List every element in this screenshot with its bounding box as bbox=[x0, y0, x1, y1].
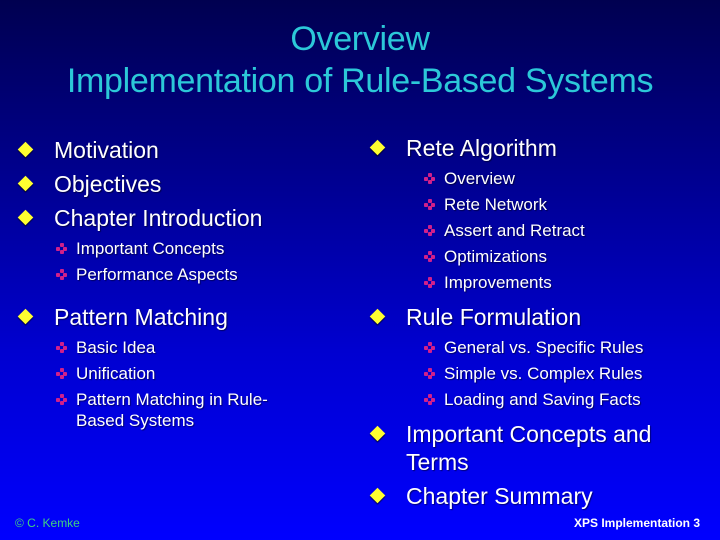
sub-list: General vs. Specific Rules Simple vs. Co… bbox=[370, 337, 710, 410]
title-line-2: Implementation of Rule-Based Systems bbox=[66, 62, 654, 100]
sub-bullet-label: Loading and Saving Facts bbox=[444, 390, 641, 409]
sub-bullet-item: Optimizations bbox=[422, 246, 710, 267]
sub-bullet-item: Assert and Retract bbox=[422, 220, 710, 241]
sub-bullet-item: Performance Aspects bbox=[54, 264, 338, 285]
sub-bullet-label: Optimizations bbox=[444, 247, 547, 266]
sub-bullet-item: Unification bbox=[54, 363, 338, 384]
sub-bullet-item: Overview bbox=[422, 168, 710, 189]
magenta-petal-bullet-icon bbox=[424, 342, 435, 353]
yellow-diamond-bullet-icon bbox=[17, 175, 34, 192]
bullet-item: Chapter Introduction bbox=[17, 204, 338, 232]
magenta-petal-bullet-icon bbox=[56, 368, 67, 379]
bullet-item: Objectives bbox=[17, 170, 338, 198]
bullet-label: Chapter Summary bbox=[406, 483, 593, 509]
magenta-petal-bullet-icon bbox=[424, 368, 435, 379]
sub-bullet-label: Basic Idea bbox=[76, 338, 156, 357]
sub-bullet-label: Assert and Retract bbox=[444, 221, 585, 240]
left-column: Motivation Objectives Chapter Introducti… bbox=[17, 136, 338, 441]
bullet-label: Important Concepts and Terms bbox=[406, 421, 652, 475]
bullet-item: Rete Algorithm bbox=[369, 134, 710, 162]
magenta-petal-bullet-icon bbox=[424, 225, 435, 236]
magenta-petal-bullet-icon bbox=[424, 251, 435, 262]
bullet-label: Motivation bbox=[54, 137, 159, 163]
sub-bullet-item: Pattern Matching in Rule-Based Systems bbox=[54, 389, 276, 431]
magenta-petal-bullet-icon bbox=[56, 243, 67, 254]
right-column: Rete Algorithm Overview Rete Network Ass… bbox=[369, 134, 710, 516]
magenta-petal-bullet-icon bbox=[424, 199, 435, 210]
bullet-item: Chapter Summary bbox=[369, 482, 710, 510]
yellow-diamond-bullet-icon bbox=[369, 308, 386, 325]
bullet-item: Motivation bbox=[17, 136, 338, 164]
bullet-item: Pattern Matching bbox=[17, 303, 338, 331]
sub-bullet-item: Improvements bbox=[422, 272, 710, 293]
sub-bullet-label: Important Concepts bbox=[76, 239, 225, 258]
sub-list: Basic Idea Unification Pattern Matching … bbox=[18, 337, 338, 431]
bullet-label: Pattern Matching bbox=[54, 304, 228, 330]
yellow-diamond-bullet-icon bbox=[369, 139, 386, 156]
title-line-1: Overview bbox=[290, 20, 430, 58]
bullet-label: Chapter Introduction bbox=[54, 205, 263, 231]
yellow-diamond-bullet-icon bbox=[17, 141, 34, 158]
magenta-petal-bullet-icon bbox=[424, 394, 435, 405]
copyright-footer: © C. Kemke bbox=[15, 516, 80, 530]
sub-bullet-label: General vs. Specific Rules bbox=[444, 338, 644, 357]
sub-bullet-item: Rete Network bbox=[422, 194, 710, 215]
yellow-diamond-bullet-icon bbox=[369, 425, 386, 442]
yellow-diamond-bullet-icon bbox=[17, 209, 34, 226]
magenta-petal-bullet-icon bbox=[56, 342, 67, 353]
sub-list: Important Concepts Performance Aspects bbox=[18, 238, 338, 285]
sub-bullet-item: Basic Idea bbox=[54, 337, 338, 358]
sub-bullet-label: Performance Aspects bbox=[76, 265, 238, 284]
sub-bullet-label: Improvements bbox=[444, 273, 552, 292]
sub-bullet-label: Unification bbox=[76, 364, 156, 383]
sub-list: Overview Rete Network Assert and Retract… bbox=[370, 168, 710, 293]
sub-bullet-item: Important Concepts bbox=[54, 238, 338, 259]
sub-bullet-label: Rete Network bbox=[444, 195, 547, 214]
bullet-item: Important Concepts and Terms bbox=[369, 420, 676, 476]
magenta-petal-bullet-icon bbox=[56, 394, 67, 405]
sub-bullet-label: Pattern Matching in Rule-Based Systems bbox=[76, 390, 268, 430]
magenta-petal-bullet-icon bbox=[56, 269, 67, 280]
bullet-item: Rule Formulation bbox=[369, 303, 710, 331]
slide-title: Overview Implementation of Rule-Based Sy… bbox=[0, 18, 720, 102]
sub-bullet-item: Loading and Saving Facts bbox=[422, 389, 710, 410]
magenta-petal-bullet-icon bbox=[424, 173, 435, 184]
sub-bullet-item: General vs. Specific Rules bbox=[422, 337, 710, 358]
sub-bullet-label: Overview bbox=[444, 169, 515, 188]
bullet-label: Rule Formulation bbox=[406, 304, 582, 330]
magenta-petal-bullet-icon bbox=[424, 277, 435, 288]
bullet-label: Rete Algorithm bbox=[406, 135, 557, 161]
yellow-diamond-bullet-icon bbox=[17, 308, 34, 325]
slide-number-footer: XPS Implementation 3 bbox=[573, 516, 700, 530]
bullet-label: Objectives bbox=[54, 171, 162, 197]
yellow-diamond-bullet-icon bbox=[369, 487, 386, 504]
sub-bullet-label: Simple vs. Complex Rules bbox=[444, 364, 643, 383]
sub-bullet-item: Simple vs. Complex Rules bbox=[422, 363, 710, 384]
